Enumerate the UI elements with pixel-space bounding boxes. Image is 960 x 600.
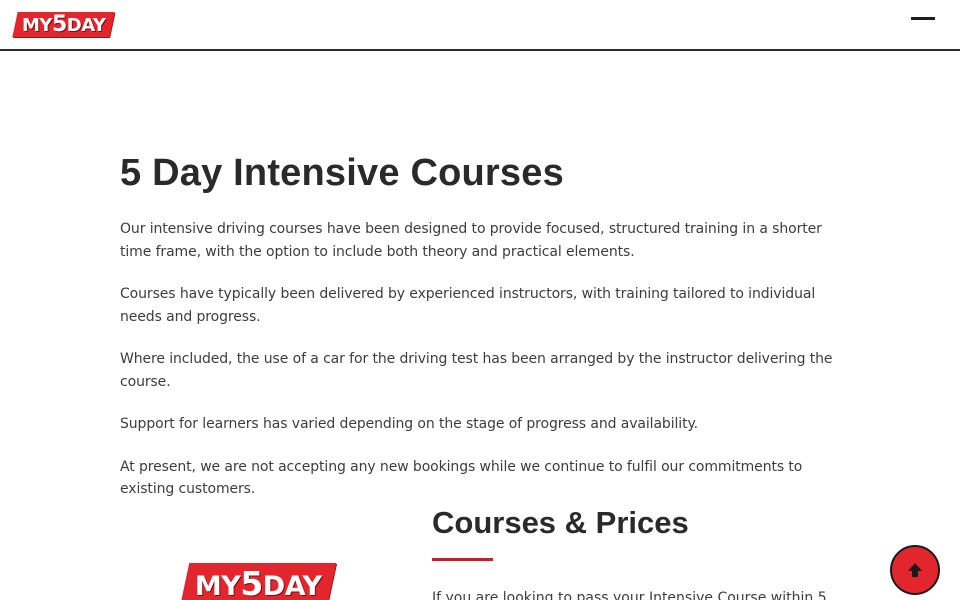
courses-heading: Courses & Prices bbox=[432, 505, 689, 540]
menu-toggle-button[interactable] bbox=[911, 17, 935, 21]
courses-logo: MY5DAY bbox=[180, 563, 336, 600]
paragraph: Our intensive driving courses have been … bbox=[120, 221, 822, 260]
page-title: 5 Day Intensive Courses bbox=[120, 152, 564, 194]
paragraph: Support for learners has varied dependin… bbox=[120, 416, 699, 433]
paragraph: Courses have typically been delivered by… bbox=[120, 286, 816, 325]
site-header: MY5DAY bbox=[0, 0, 960, 51]
intro-paragraphs: Our intensive driving courses have been … bbox=[120, 218, 840, 501]
logo-badge: MY5DAY bbox=[180, 563, 336, 600]
menu-icon bbox=[911, 17, 935, 20]
logo-text: MY5DAY bbox=[195, 563, 322, 600]
site-logo[interactable]: MY5DAY bbox=[12, 12, 116, 37]
courses-prices-section: Courses & Prices If you are looking to p… bbox=[432, 504, 852, 600]
logo-text: MY5DAY bbox=[22, 12, 106, 37]
heading-divider bbox=[432, 558, 493, 561]
arrow-up-icon bbox=[908, 563, 922, 577]
paragraph: Where included, the use of a car for the… bbox=[120, 351, 833, 390]
paragraph: At present, we are not accepting any new… bbox=[120, 458, 803, 498]
logo-badge: MY5DAY bbox=[12, 12, 116, 37]
courses-intro-text: If you are looking to pass your Intensiv… bbox=[432, 590, 827, 600]
back-to-top-button[interactable] bbox=[890, 545, 940, 595]
main-content: 5 Day Intensive Courses Our intensive dr… bbox=[120, 150, 840, 521]
